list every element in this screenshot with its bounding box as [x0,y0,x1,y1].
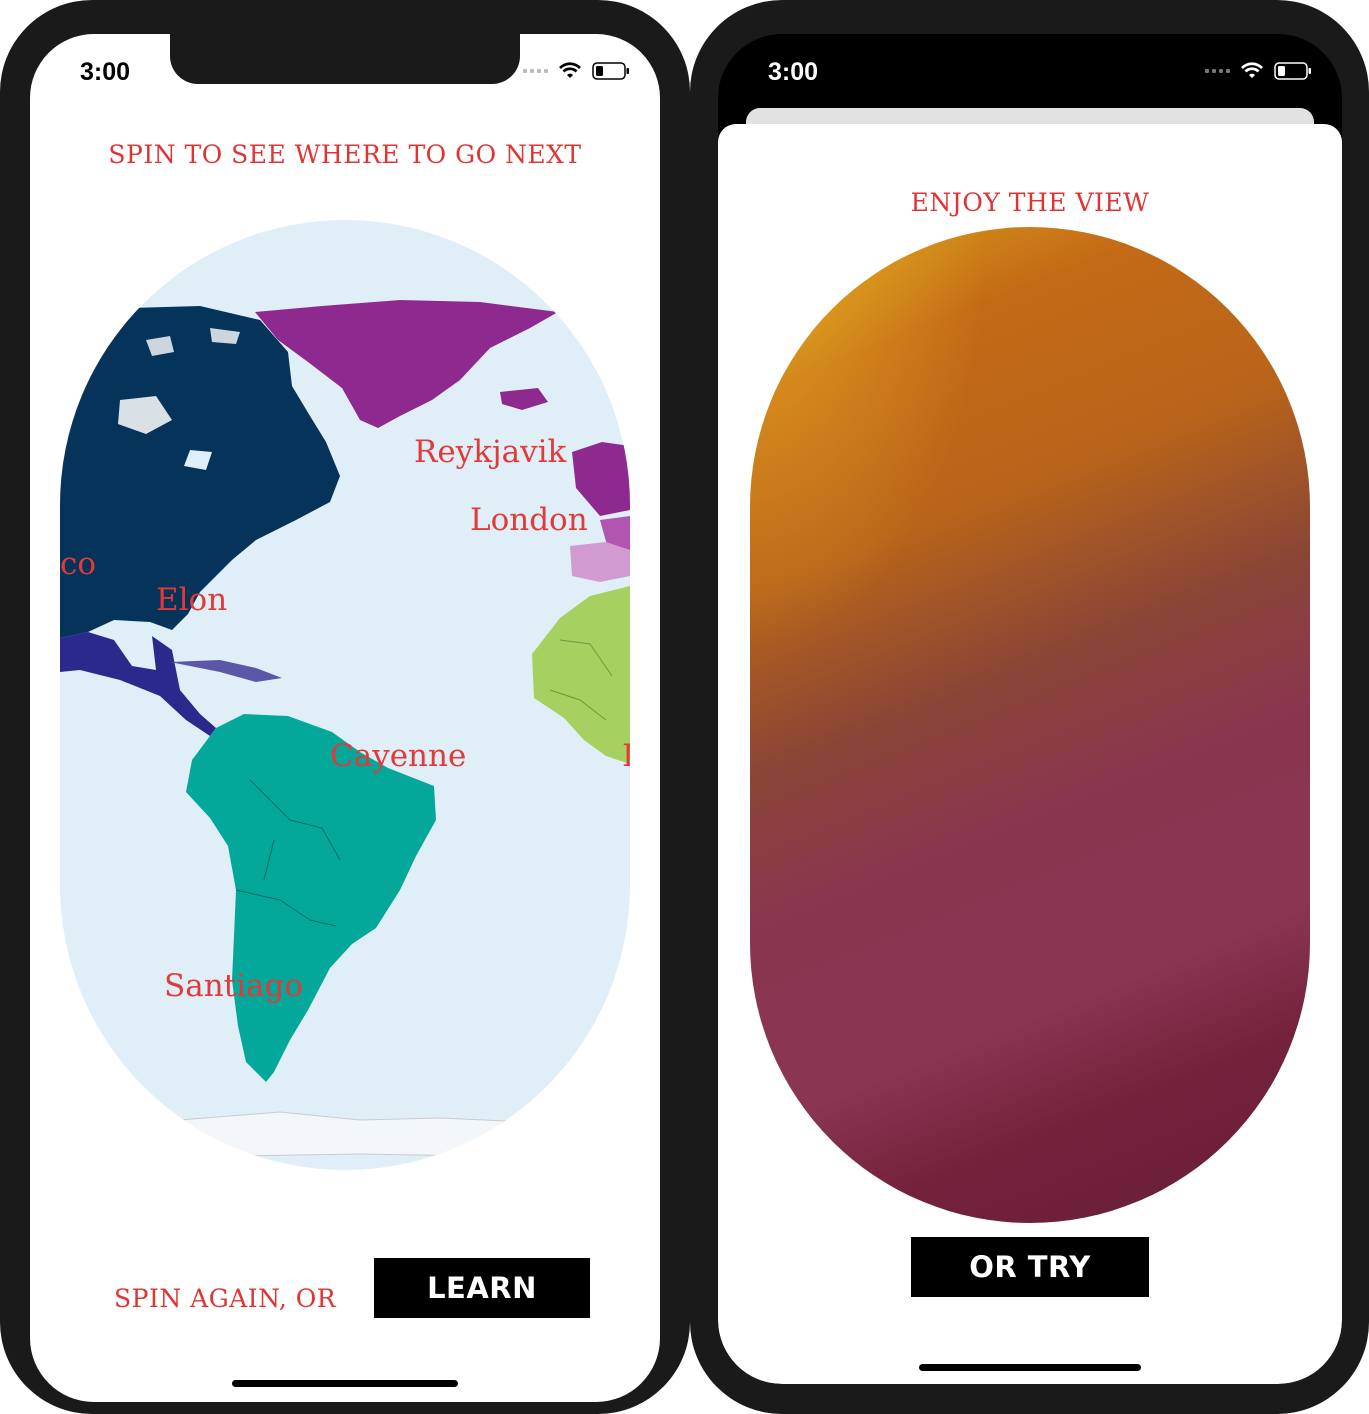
city-label-partial[interactable]: co [60,546,96,582]
modal-sheet: ENJOY THE VIEW OR TRY AGAIN [718,124,1342,1384]
status-time: 3:00 [768,58,819,86]
map-graphic [60,300,630,1157]
spin-screen: 3:00 SPIN TO SEE WHERE TO GO NEXT Reykja… [30,34,660,1402]
wifi-icon [1241,62,1263,78]
status-time: 3:00 [80,58,131,86]
city-label-cayenne[interactable]: Cayenne [330,738,466,774]
status-icons [1205,62,1312,80]
battery-icon [1274,62,1311,80]
africa-shape [532,586,630,764]
learn-more-button[interactable]: LEARN MORE [374,1258,590,1365]
world-map[interactable]: Reykjavik London co Elon Cayenne Santiag… [60,220,630,1170]
central-america-shape [60,632,216,736]
try-again-button[interactable]: OR TRY AGAIN [911,1237,1149,1344]
status-icons [523,62,630,80]
page-title: SPIN TO SEE WHERE TO GO NEXT [108,140,582,169]
battery-icon [592,62,629,80]
phone-frame-left: 3:00 SPIN TO SEE WHERE TO GO NEXT Reykja… [0,0,690,1414]
wifi-icon [559,62,581,78]
signal-icon [523,69,548,73]
signal-icon [1205,69,1230,73]
home-indicator[interactable] [232,1380,458,1387]
notch [170,34,520,84]
phone-frame-right: 3:00 ENJOY THE VIEW OR TRY AGAIN [690,0,1369,1414]
city-label-elon[interactable]: Elon [156,582,227,618]
notch [858,34,1208,84]
city-label-london[interactable]: London [470,502,588,538]
city-label-cut-off[interactable]: I [622,738,630,774]
view-image [750,227,1310,1223]
city-label-santiago[interactable]: Santiago [164,968,303,1004]
view-screen: 3:00 ENJOY THE VIEW OR TRY AGAIN [718,34,1342,1384]
view-title: ENJOY THE VIEW [910,188,1150,217]
home-indicator[interactable] [919,1364,1141,1371]
city-label-reykjavik[interactable]: Reykjavik [414,434,566,470]
spin-again-text[interactable]: SPIN AGAIN, OR [114,1284,344,1313]
